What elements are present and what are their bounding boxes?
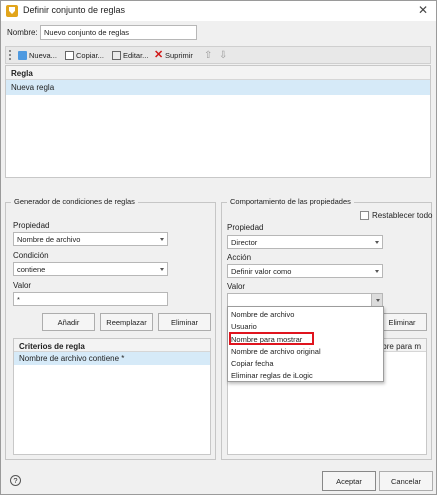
pb-property-value: Director	[231, 238, 258, 247]
accept-button[interactable]: Aceptar	[322, 471, 376, 491]
remove-criteria-button[interactable]: Eliminar	[158, 313, 211, 331]
chevron-down-icon	[160, 238, 164, 241]
dropdown-option[interactable]: Copiar fecha	[231, 359, 274, 368]
move-up-icon[interactable]: ⇧	[204, 49, 212, 62]
highlight-box	[229, 332, 314, 345]
new-icon	[18, 51, 27, 60]
criteria-row[interactable]: Nombre de archivo contiene *	[14, 352, 210, 365]
dropdown-option[interactable]: Eliminar reglas de iLogic	[231, 371, 313, 380]
chevron-down-icon	[375, 270, 379, 273]
criteria-grid: Criterios de regla Nombre de archivo con…	[13, 338, 211, 455]
pb-action-select[interactable]: Definir valor como	[227, 264, 383, 278]
chevron-down-icon	[375, 241, 379, 244]
delete-rule-button[interactable]: ✕ Suprimir	[154, 49, 193, 62]
cb-property-label: Propiedad	[13, 221, 50, 230]
edit-icon	[112, 51, 121, 60]
replace-criteria-button[interactable]: Reemplazar	[100, 313, 153, 331]
add-criteria-button[interactable]: Añadir	[42, 313, 95, 331]
dropdown-option[interactable]: Nombre de archivo	[231, 310, 294, 319]
cb-condition-select[interactable]: contiene	[13, 262, 168, 276]
new-rule-button[interactable]: Nueva...	[18, 49, 57, 62]
window-title: Definir conjunto de reglas	[23, 5, 126, 15]
pb-value-dropdown-button[interactable]	[371, 294, 382, 306]
edit-rule-button[interactable]: Editar...	[112, 49, 148, 62]
dialog-window: Definir conjunto de reglas ✕ Nombre: Nue…	[0, 0, 437, 495]
name-input[interactable]: Nuevo conjunto de reglas	[40, 25, 197, 40]
criteria-column-header[interactable]: Criterios de regla	[14, 339, 210, 352]
delete-x-icon: ✕	[154, 49, 164, 61]
app-icon	[6, 5, 18, 17]
cb-property-value: Nombre de archivo	[17, 235, 81, 244]
rule-grid: Regla Nueva regla	[5, 65, 431, 178]
pb-remove-button[interactable]: Eliminar	[377, 313, 427, 331]
delete-rule-label: Suprimir	[165, 51, 193, 60]
chevron-down-icon	[160, 268, 164, 271]
dropdown-option[interactable]: Usuario	[231, 322, 257, 331]
cb-condition-label: Condición	[13, 251, 49, 260]
close-icon[interactable]: ✕	[418, 3, 428, 17]
dropdown-option[interactable]: Nombre de archivo original	[231, 347, 321, 356]
chevron-down-icon	[376, 299, 380, 302]
pb-value-combobox[interactable]	[227, 293, 383, 307]
cb-condition-value: contiene	[17, 265, 46, 274]
cb-value-label: Valor	[13, 281, 32, 290]
rule-row[interactable]: Nueva regla	[6, 80, 430, 95]
cb-value-input[interactable]: *	[13, 292, 168, 306]
pb-action-value: Definir valor como	[231, 267, 292, 276]
property-behavior-title: Comportamiento de las propiedades	[227, 197, 354, 206]
cancel-button[interactable]: Cancelar	[379, 471, 433, 491]
help-icon[interactable]: ?	[10, 475, 21, 486]
name-label: Nombre:	[7, 28, 38, 37]
reset-all-label: Restablecer todo	[372, 211, 433, 220]
condition-builder-title: Generador de condiciones de reglas	[11, 197, 138, 206]
pb-property-select[interactable]: Director	[227, 235, 383, 249]
cb-property-select[interactable]: Nombre de archivo	[13, 232, 168, 246]
toolbar-grip-icon	[9, 50, 11, 60]
pb-property-label: Propiedad	[227, 223, 264, 232]
copy-icon	[65, 51, 74, 60]
rule-column-header[interactable]: Regla	[6, 66, 430, 80]
copy-rule-button[interactable]: Copiar...	[65, 49, 104, 62]
title-bar: Definir conjunto de reglas ✕	[1, 1, 436, 21]
pb-value-label: Valor	[227, 282, 246, 291]
new-rule-label: Nueva...	[29, 51, 57, 60]
edit-rule-label: Editar...	[123, 51, 149, 60]
pb-action-label: Acción	[227, 253, 252, 262]
move-down-icon[interactable]: ⇩	[219, 49, 227, 62]
reset-all-checkbox[interactable]	[360, 211, 369, 220]
toolbar: Nueva... Copiar... Editar... ✕ Suprimir …	[5, 46, 431, 64]
copy-rule-label: Copiar...	[76, 51, 104, 60]
value-dropdown-list: Nombre de archivo Usuario Nombre para mo…	[227, 306, 384, 382]
